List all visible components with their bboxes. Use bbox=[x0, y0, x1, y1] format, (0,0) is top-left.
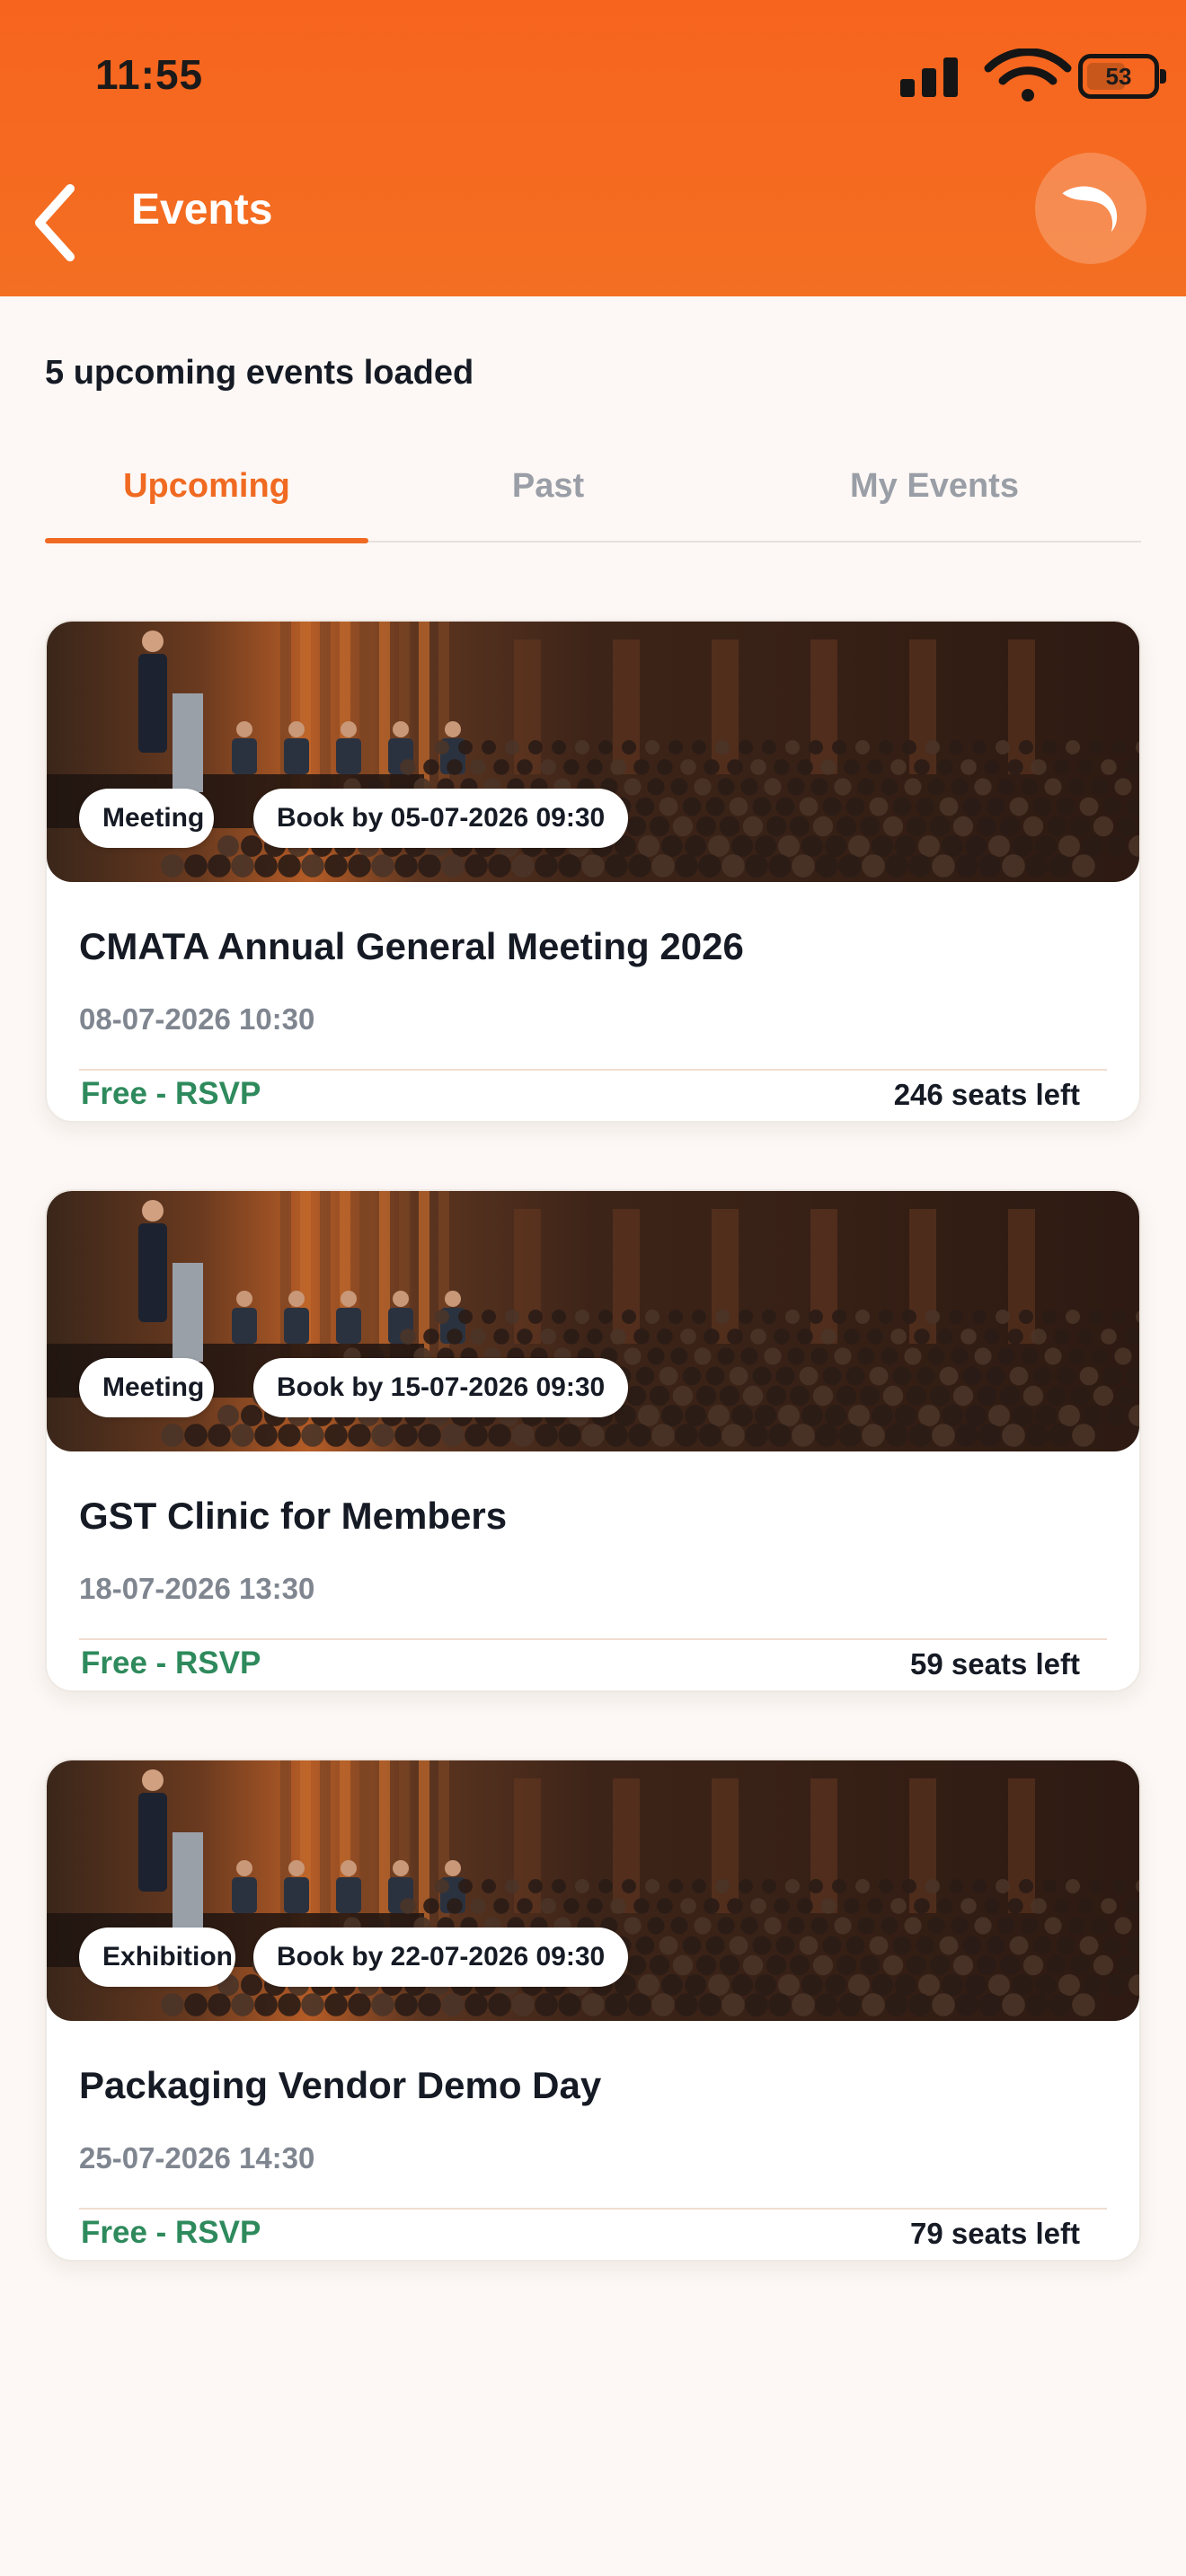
page-title: Events bbox=[131, 186, 273, 234]
event-type-badge: Exhibition bbox=[79, 1928, 235, 1987]
book-by-badge: Book by 22-07-2026 09:30 bbox=[253, 1928, 629, 1987]
event-type-badge: Meeting bbox=[79, 1358, 214, 1417]
event-card[interactable]: Meeting Book by 05-07-2026 09:30 CMATA A… bbox=[45, 620, 1141, 1123]
card-divider bbox=[79, 2208, 1107, 2210]
events-loaded-text: 5 upcoming events loaded bbox=[45, 354, 474, 392]
book-by-badge: Book by 15-07-2026 09:30 bbox=[253, 1358, 629, 1417]
event-title: GST Clinic for Members bbox=[79, 1495, 508, 1537]
event-seats: 246 seats left bbox=[893, 1078, 1080, 1111]
battery-cap bbox=[1160, 69, 1166, 84]
cellular-signal-icon bbox=[900, 56, 960, 97]
event-card[interactable]: Meeting Book by 15-07-2026 09:30 GST Cli… bbox=[45, 1189, 1141, 1692]
event-title: Packaging Vendor Demo Day bbox=[79, 2064, 602, 2106]
moon-icon bbox=[1062, 186, 1118, 233]
event-title: CMATA Annual General Meeting 2026 bbox=[79, 925, 744, 967]
tab-upcoming[interactable]: Upcoming bbox=[45, 458, 368, 543]
tab-past[interactable]: Past bbox=[368, 458, 728, 541]
wifi-icon bbox=[984, 49, 1072, 101]
status-time: 11:55 bbox=[95, 51, 204, 98]
event-tabs: Upcoming Past My Events bbox=[45, 458, 1141, 543]
event-date: 25-07-2026 14:30 bbox=[79, 2141, 315, 2175]
event-price: Free - RSVP bbox=[81, 1645, 261, 1681]
book-by-badge: Book by 05-07-2026 09:30 bbox=[253, 789, 629, 848]
battery-level: 53 bbox=[1105, 62, 1132, 90]
app-header: 11:55 53 Events bbox=[0, 0, 1186, 296]
theme-toggle-button[interactable] bbox=[1035, 153, 1146, 264]
chevron-left-icon bbox=[35, 184, 75, 261]
event-seats: 79 seats left bbox=[910, 2217, 1080, 2250]
back-button[interactable] bbox=[23, 176, 86, 269]
event-price: Free - RSVP bbox=[81, 1076, 261, 1111]
event-type-badge: Meeting bbox=[79, 789, 214, 848]
event-card[interactable]: Exhibition Book by 22-07-2026 09:30 Pack… bbox=[45, 1759, 1141, 2262]
battery-icon: 53 bbox=[1078, 54, 1159, 99]
event-price: Free - RSVP bbox=[81, 2215, 261, 2250]
tab-my-events[interactable]: My Events bbox=[728, 458, 1141, 541]
card-divider bbox=[79, 1638, 1107, 1640]
event-date: 08-07-2026 10:30 bbox=[79, 1002, 315, 1036]
event-seats: 59 seats left bbox=[910, 1647, 1080, 1681]
card-divider bbox=[79, 1069, 1107, 1071]
event-date: 18-07-2026 13:30 bbox=[79, 1572, 315, 1605]
